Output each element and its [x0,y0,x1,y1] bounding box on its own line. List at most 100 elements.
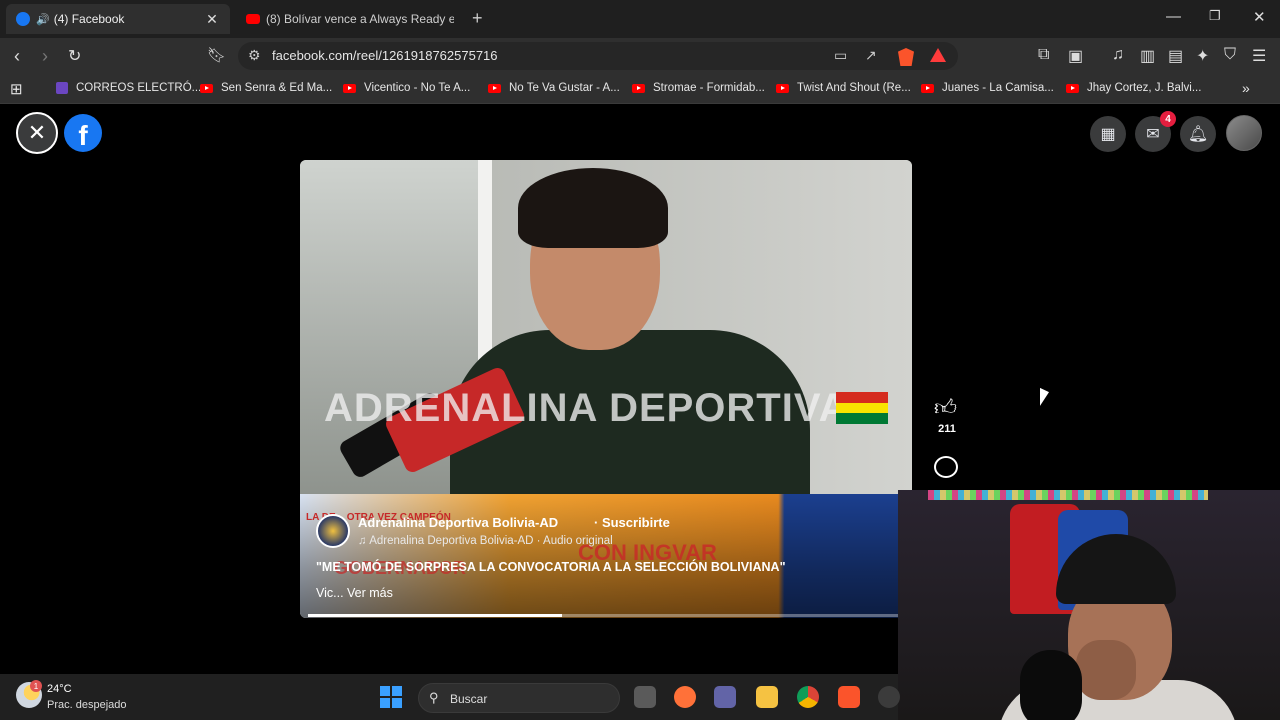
bookmark-item[interactable]: CORREOS ELECTRÓ... [56,82,201,94]
bell-icon: 🔔︎ [1187,126,1209,143]
site-settings-icon[interactable]: ⚙︎ [248,47,261,64]
bookmark-item[interactable]: Stromae - Formidab... [632,82,765,94]
temperature[interactable]: 24°C [47,683,72,695]
wallet-icon[interactable]: ▤ [1168,46,1183,66]
video-progress-bar[interactable] [308,614,898,617]
facebook-logo[interactable]: f [64,114,102,152]
comment-icon[interactable] [934,456,958,478]
audio-label[interactable]: ♫ Adrenalina Deportiva Bolivia-AD · Audi… [358,535,613,547]
bookmark-label: Vicentico - No Te A... [364,82,471,94]
more-bookmarks-icon[interactable]: » [1242,80,1250,96]
menu-grid-button[interactable]: ▦ [1090,116,1126,152]
logo-letter: f [78,120,88,151]
facebook-favicon-icon [16,12,30,26]
mail-icon [56,82,68,94]
bookmark-item[interactable]: Juanes - La Camisa... [921,82,1054,94]
minimize-icon[interactable]: — [1166,8,1181,25]
subscribe-button[interactable]: · Suscribirte [594,515,670,530]
tab-facebook[interactable]: 🔊 (4) Facebook ✕ [6,4,230,34]
progress-fill [308,614,562,617]
like-count: 211 [938,423,956,435]
string-lights [928,490,1208,500]
profile-avatar[interactable] [1226,115,1262,151]
mouse-cursor-icon [1040,387,1049,411]
bookmark-label: Sen Senra & Ed Ma... [221,82,333,94]
address-bar[interactable]: ⚙︎ facebook.com/reel/1261918762575716 ▭ … [238,42,958,70]
leo-icon[interactable]: ✦ [1196,46,1209,66]
reel-video[interactable]: ADRENALINA DEPORTIVA LA DE... OTRA VEZ C… [300,160,912,618]
url-text: facebook.com/reel/1261918762575716 [272,48,498,63]
close-window-icon[interactable]: ✕ [1253,8,1266,26]
player-hair [518,168,668,248]
share-icon[interactable]: ↗ [865,47,877,64]
reload-icon[interactable]: ↻ [68,46,81,66]
notification-badge: 4 [1160,111,1176,127]
channel-avatar[interactable] [316,514,350,548]
bookmark-item[interactable]: Twist And Shout (Re... [776,82,911,94]
windows-start-icon[interactable] [380,686,402,708]
chrome-icon[interactable] [797,686,819,708]
search-icon: ⚲ [429,690,439,705]
menu-icon[interactable]: ☰ [1252,46,1266,66]
vpn-icon[interactable]: ⛉ [1224,46,1236,64]
bookmark-label: Stromae - Formidab... [653,82,765,94]
search-placeholder: Buscar [450,692,488,706]
messenger-icon: ✉ [1146,126,1160,143]
tab-title: (4) Facebook [53,12,125,26]
reel-caption: "ME TOMÓ DE SORPRESA LA CONVOCATORIA A L… [316,560,786,574]
audio-text: Adrenalina Deportiva Bolivia-AD · Audio … [369,535,613,547]
bookmark-item[interactable]: Vicentico - No Te A... [343,82,470,94]
brave-rewards-icon[interactable] [930,48,946,62]
close-reel-button[interactable]: ✕ [16,112,58,154]
youtube-icon [488,83,501,93]
music-icon: ♫ [358,535,370,547]
teams-icon[interactable] [714,686,736,708]
new-tab-icon[interactable]: + [472,8,483,29]
extensions-icon[interactable]: ⧉ [1038,46,1049,64]
youtube-icon [1066,83,1079,93]
bookmark-label: Twist And Shout (Re... [797,82,911,94]
apps-grid-icon[interactable]: ⊞ [10,80,23,98]
tab-search-icon[interactable]: ▣ [1068,46,1083,66]
bookmark-item[interactable]: No Te Va Gustar - A... [488,82,620,94]
restore-icon[interactable]: ❐ [1209,8,1221,24]
brave-shields-icon[interactable] [898,48,914,66]
see-more-link[interactable]: Vic... Ver más [316,586,393,600]
webcam-overlay [898,490,1280,720]
settings-icon[interactable] [878,686,900,708]
weather-badge: 1 [30,680,42,692]
like-icon[interactable]: 👍︎ [934,394,957,421]
bolivia-flag-icon [836,392,888,424]
weather-condition[interactable]: Prac. despejado [47,699,127,711]
sidebar-icon[interactable]: ▥ [1140,46,1155,66]
menu-grid-icon: ▦ [1100,126,1116,143]
youtube-favicon-icon [246,14,260,24]
media-icon[interactable]: ♫ [1112,46,1124,64]
notifications-button[interactable]: 🔔︎ [1180,116,1216,152]
browser-toolbar: ‹ › ↻ 🔖︎ ⚙︎ facebook.com/reel/1261918762… [0,38,1280,74]
streamer-microphone [1020,650,1082,720]
bookmark-label: CORREOS ELECTRÓ... [76,82,202,94]
back-icon[interactable]: ‹ [14,46,20,67]
firefox-icon[interactable] [674,686,696,708]
bookmark-label: No Te Va Gustar - A... [509,82,620,94]
bookmark-label: Juanes - La Camisa... [942,82,1054,94]
channel-name[interactable]: Adrenalina Deportiva Bolivia-AD [358,515,558,530]
tab-strip: 🔊 (4) Facebook ✕ (8) Bolívar vence a Alw… [0,0,1280,38]
youtube-icon [343,83,356,93]
task-view-icon[interactable] [634,686,656,708]
close-tab-icon[interactable]: ✕ [204,11,220,28]
bookmark-label: Jhay Cortez, J. Balvi... [1087,82,1202,94]
bookmark-item[interactable]: Sen Senra & Ed Ma... [200,82,332,94]
file-explorer-icon[interactable] [756,686,778,708]
bookmarks-bar: ⊞ CORREOS ELECTRÓ... Sen Senra & Ed Ma..… [0,74,1280,104]
tab-youtube[interactable]: (8) Bolívar vence a Always Ready en I [236,4,464,34]
forward-icon[interactable]: › [42,46,48,67]
bookmark-item[interactable]: Jhay Cortez, J. Balvi... [1066,82,1201,94]
cast-icon[interactable]: ▭ [834,47,847,64]
bookmark-icon[interactable]: 🔖︎ [207,46,226,64]
tab-title: (8) Bolívar vence a Always Ready en I [266,12,454,26]
brave-icon[interactable] [838,686,860,708]
taskbar-search[interactable]: ⚲ Buscar [418,683,620,713]
youtube-icon [632,83,645,93]
